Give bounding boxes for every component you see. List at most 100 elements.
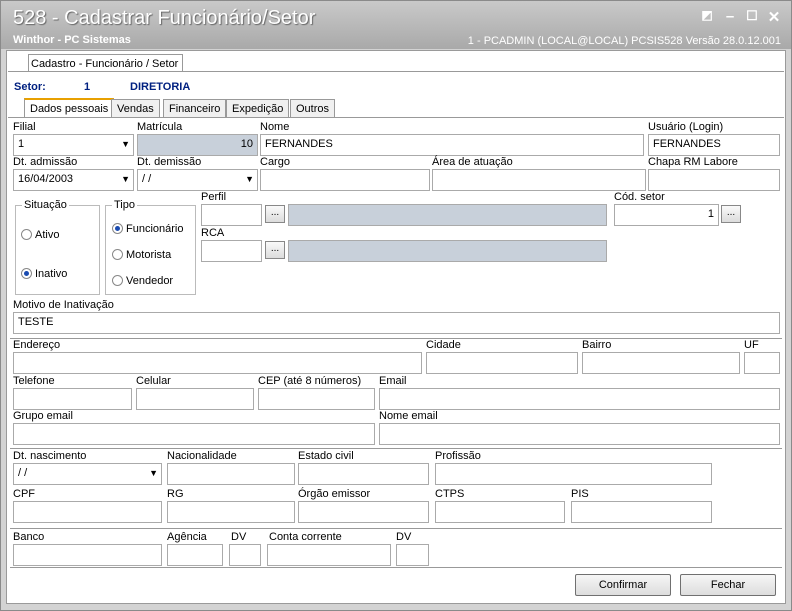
dt-nascimento-field[interactable]: / / ▼ bbox=[13, 463, 162, 485]
tab-financeiro[interactable]: Financeiro bbox=[163, 99, 227, 118]
dv2-field[interactable] bbox=[396, 544, 429, 566]
radio-funcionario-label: Funcionário bbox=[126, 223, 184, 235]
motivo-field[interactable]: TESTE bbox=[13, 312, 780, 334]
divider bbox=[10, 338, 782, 339]
usuario-field[interactable]: FERNANDES bbox=[648, 134, 780, 156]
confirmar-button[interactable]: Confirmar bbox=[575, 574, 671, 596]
tab-expedicao[interactable]: Expedição bbox=[226, 99, 290, 118]
nacionalidade-field[interactable] bbox=[167, 463, 295, 485]
conta-field[interactable] bbox=[267, 544, 391, 566]
motivo-label: Motivo de Inativação bbox=[13, 299, 114, 311]
fechar-button[interactable]: Fechar bbox=[680, 574, 776, 596]
fechar-label: Fechar bbox=[710, 579, 746, 591]
grupo-email-field[interactable] bbox=[13, 423, 375, 445]
dv1-label: DV bbox=[231, 531, 247, 543]
perfil-search-button[interactable]: ... bbox=[265, 205, 285, 223]
dt-demissao-label: Dt. demissão bbox=[137, 156, 202, 168]
orgao-field[interactable] bbox=[298, 501, 429, 523]
email-field[interactable] bbox=[379, 388, 780, 410]
window-title: 528 - Cadastrar Funcionário/Setor bbox=[13, 7, 316, 29]
title-bar: 528 - Cadastrar Funcionário/Setor Wintho… bbox=[1, 1, 791, 49]
filial-select[interactable]: 1 ▼ bbox=[13, 134, 134, 156]
radio-ativo[interactable]: Ativo bbox=[21, 229, 59, 241]
close-icon[interactable]: ✕ bbox=[765, 8, 783, 26]
pis-field[interactable] bbox=[571, 501, 712, 523]
radio-inativo[interactable]: Inativo bbox=[21, 268, 67, 280]
dv1-field[interactable] bbox=[229, 544, 261, 566]
maximize-icon[interactable]: ☐ bbox=[743, 8, 761, 24]
nacionalidade-label: Nacionalidade bbox=[167, 450, 237, 462]
endereco-field[interactable] bbox=[13, 352, 422, 374]
tipo-label: Tipo bbox=[112, 199, 137, 211]
cep-field[interactable] bbox=[258, 388, 375, 410]
setor-code: 1 bbox=[84, 81, 91, 93]
perfil-description bbox=[288, 204, 607, 226]
cod-setor-search-button[interactable]: ... bbox=[721, 205, 741, 223]
bairro-field[interactable] bbox=[582, 352, 740, 374]
filial-value: 1 bbox=[18, 138, 25, 150]
orgao-label: Órgão emissor bbox=[298, 488, 371, 500]
telefone-label: Telefone bbox=[13, 375, 55, 387]
banco-label: Banco bbox=[13, 531, 45, 543]
tab-outros[interactable]: Outros bbox=[290, 99, 336, 118]
filial-label: Filial bbox=[13, 121, 36, 133]
cpf-field[interactable] bbox=[13, 501, 162, 523]
ctps-field[interactable] bbox=[435, 501, 565, 523]
rg-label: RG bbox=[167, 488, 184, 500]
radio-selected-icon bbox=[112, 223, 123, 234]
cargo-field[interactable] bbox=[260, 169, 430, 191]
banco-field[interactable] bbox=[13, 544, 162, 566]
area-field[interactable] bbox=[432, 169, 646, 191]
cod-setor-field[interactable]: 1 bbox=[614, 204, 719, 226]
session-info: 1 - PCADMIN (LOCAL@LOCAL) PCSIS528 Versã… bbox=[467, 35, 781, 47]
radio-funcionario[interactable]: Funcionário bbox=[112, 223, 183, 235]
dv2-label: DV bbox=[396, 531, 412, 543]
agencia-field[interactable] bbox=[167, 544, 223, 566]
estado-civil-field[interactable] bbox=[298, 463, 429, 485]
chevron-down-icon: ▼ bbox=[245, 174, 254, 184]
company-name: Winthor - PC Sistemas bbox=[13, 34, 131, 46]
matricula-field[interactable]: 10 bbox=[137, 134, 258, 156]
confirmar-label: Confirmar bbox=[598, 579, 648, 591]
cidade-label: Cidade bbox=[426, 339, 461, 351]
profissao-field[interactable] bbox=[435, 463, 712, 485]
perfil-label: Perfil bbox=[201, 191, 227, 203]
rca-description bbox=[288, 240, 607, 262]
setor-name: DIRETORIA bbox=[130, 81, 191, 93]
situacao-group: Situação bbox=[15, 199, 100, 295]
dt-admissao-field[interactable]: 16/04/2003 ▼ bbox=[13, 169, 134, 191]
estado-civil-label: Estado civil bbox=[298, 450, 354, 462]
chevron-down-icon: ▼ bbox=[121, 139, 130, 149]
tab-dados-pessoais[interactable]: Dados pessoais bbox=[24, 98, 115, 118]
restore-icon[interactable]: ◩ bbox=[698, 8, 716, 22]
radio-vendedor[interactable]: Vendedor bbox=[112, 275, 173, 287]
divider bbox=[10, 528, 782, 529]
radio-motorista-label: Motorista bbox=[126, 249, 172, 261]
nome-email-label: Nome email bbox=[379, 410, 438, 422]
rca-field[interactable] bbox=[201, 240, 262, 262]
dt-admissao-value: 16/04/2003 bbox=[18, 173, 74, 185]
conta-label: Conta corrente bbox=[269, 531, 342, 543]
radio-motorista[interactable]: Motorista bbox=[112, 249, 171, 261]
agencia-label: Agência bbox=[167, 531, 207, 543]
chapa-label: Chapa RM Labore bbox=[648, 156, 738, 168]
profissao-label: Profissão bbox=[435, 450, 481, 462]
uf-field[interactable] bbox=[744, 352, 780, 374]
celular-field[interactable] bbox=[136, 388, 254, 410]
chapa-field[interactable] bbox=[648, 169, 780, 191]
rca-search-button[interactable]: ... bbox=[265, 241, 285, 259]
nome-email-field[interactable] bbox=[379, 423, 780, 445]
celular-label: Celular bbox=[136, 375, 171, 387]
cargo-label: Cargo bbox=[260, 156, 290, 168]
perfil-field[interactable] bbox=[201, 204, 262, 226]
rg-field[interactable] bbox=[167, 501, 295, 523]
telefone-field[interactable] bbox=[13, 388, 132, 410]
dt-demissao-field[interactable]: / / ▼ bbox=[137, 169, 258, 191]
chevron-down-icon: ▼ bbox=[121, 174, 130, 184]
cidade-field[interactable] bbox=[426, 352, 578, 374]
tab-cadastro[interactable]: Cadastro - Funcionário / Setor bbox=[28, 54, 183, 72]
ctps-label: CTPS bbox=[435, 488, 465, 500]
minimize-icon[interactable]: – bbox=[721, 8, 739, 25]
nome-field[interactable]: FERNANDES bbox=[260, 134, 644, 156]
tab-vendas[interactable]: Vendas bbox=[111, 99, 160, 118]
